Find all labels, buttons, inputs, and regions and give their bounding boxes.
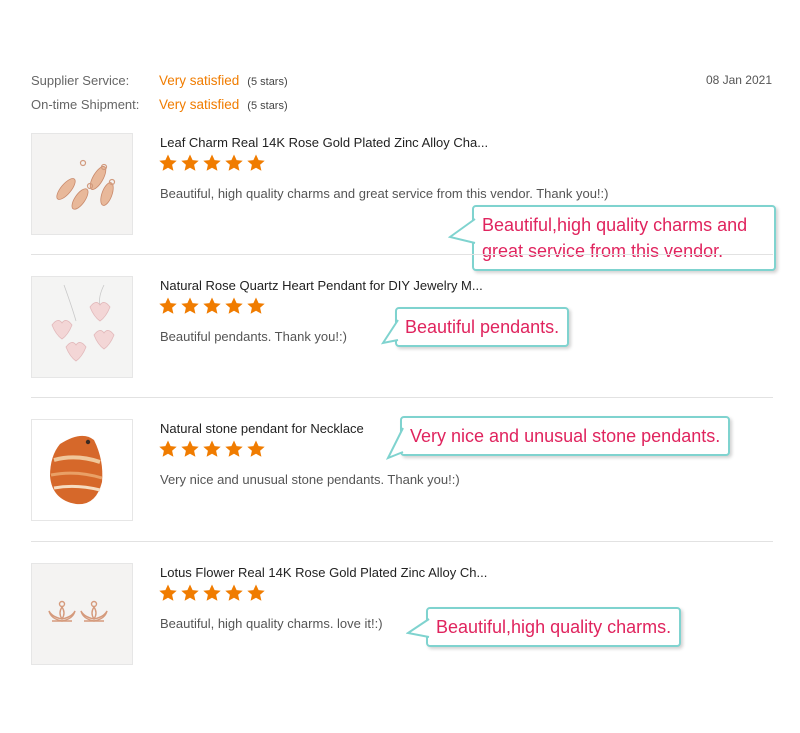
callout-line: Very nice and unusual stone pendants.: [410, 426, 721, 446]
product-thumbnail[interactable]: [31, 133, 133, 235]
review-date: 08 Jan 2021: [705, 73, 772, 87]
shipment-label: On-time Shipment:: [31, 97, 140, 112]
star-icon: [247, 584, 265, 601]
review-callout: Beautiful pendants.: [381, 307, 570, 347]
star-icon: [203, 440, 221, 457]
stone-pendant-image: [32, 420, 132, 520]
rating-stars: [158, 296, 266, 318]
star-icon: [159, 440, 177, 457]
star-icon: [181, 154, 199, 171]
supplier-service-label: Supplier Service:: [31, 73, 130, 88]
callout-tail: [448, 218, 476, 244]
callout-tail: [386, 427, 404, 460]
divider: [31, 397, 773, 398]
callout-tail: [406, 618, 430, 638]
star-icon: [247, 440, 265, 457]
star-icon: [203, 154, 221, 171]
rating-stars: [158, 583, 266, 605]
star-icon: [181, 440, 199, 457]
star-icon: [225, 297, 243, 314]
star-icon: [159, 154, 177, 171]
review-callout: Beautiful,high quality charms and great …: [448, 205, 776, 271]
supplier-service-value: Very satisfied: [159, 73, 240, 88]
divider: [31, 254, 773, 255]
star-icon: [203, 584, 221, 601]
review-comment: Beautiful, high quality charms and great…: [160, 186, 609, 201]
star-icon: [203, 297, 221, 314]
product-title[interactable]: Natural Rose Quartz Heart Pendant for DI…: [160, 278, 483, 293]
rating-stars: [158, 439, 266, 461]
product-title[interactable]: Natural stone pendant for Necklace: [160, 421, 364, 436]
star-icon: [247, 297, 265, 314]
review-comment: Beautiful, high quality charms. love it!…: [160, 616, 383, 631]
shipment-row: On-time Shipment: Very satisfied (5 stars): [31, 97, 288, 112]
rating-stars: [158, 153, 266, 175]
star-icon: [181, 584, 199, 601]
supplier-service-stars: (5 stars): [247, 76, 288, 88]
product-thumbnail[interactable]: [31, 563, 133, 665]
shipment-value: Very satisfied: [159, 97, 240, 112]
leaf-charm-image: [32, 134, 132, 234]
star-icon: [225, 584, 243, 601]
review-comment: Beautiful pendants. Thank you!:): [160, 329, 347, 344]
callout-line: Beautiful,high quality charms.: [436, 617, 672, 637]
product-title[interactable]: Leaf Charm Real 14K Rose Gold Plated Zin…: [160, 135, 488, 150]
rose-quartz-image: [32, 277, 132, 377]
review-callout: Beautiful,high quality charms.: [406, 607, 682, 647]
supplier-service-row: Supplier Service: Very satisfied (5 stars): [31, 73, 288, 88]
callout-tail: [381, 319, 399, 345]
star-icon: [247, 154, 265, 171]
review-comment: Very nice and unusual stone pendants. Th…: [160, 472, 460, 487]
star-icon: [225, 440, 243, 457]
review-callout: Very nice and unusual stone pendants.: [386, 416, 731, 460]
divider: [31, 541, 773, 542]
product-title[interactable]: Lotus Flower Real 14K Rose Gold Plated Z…: [160, 565, 487, 580]
star-icon: [159, 584, 177, 601]
product-thumbnail[interactable]: [31, 276, 133, 378]
lotus-charm-image: [32, 564, 132, 664]
star-icon: [225, 154, 243, 171]
star-icon: [159, 297, 177, 314]
callout-line: Beautiful pendants.: [405, 317, 560, 337]
callout-line: great service from this vendor.: [482, 241, 724, 261]
callout-line: Beautiful,high quality charms and: [482, 215, 748, 235]
product-thumbnail[interactable]: [31, 419, 133, 521]
shipment-stars: (5 stars): [247, 100, 288, 112]
star-icon: [181, 297, 199, 314]
